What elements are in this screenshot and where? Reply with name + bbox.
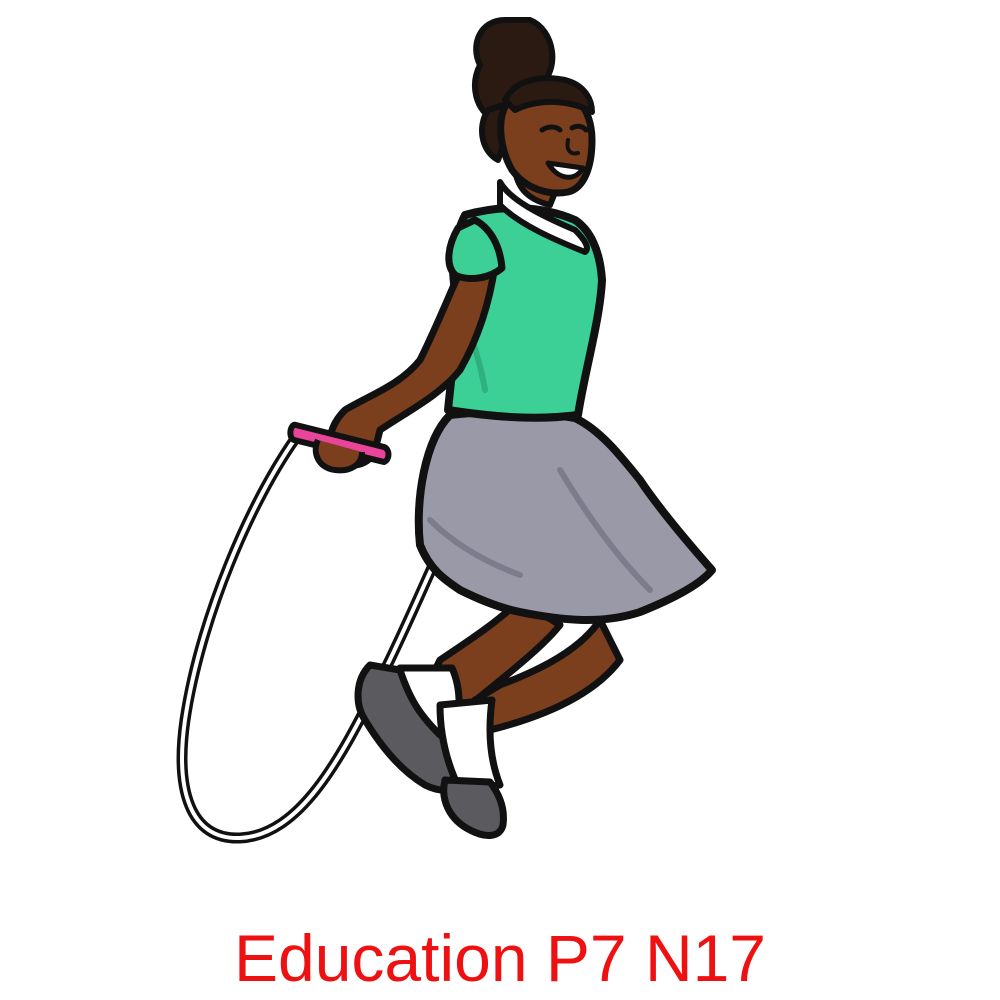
caption-label: Education P7 N17 bbox=[233, 921, 767, 995]
canvas: Education P7 N17 bbox=[0, 0, 1000, 1000]
head bbox=[472, 17, 596, 197]
jump-rope bbox=[176, 426, 451, 844]
girl-jumping-rope-illustration bbox=[176, 17, 716, 844]
skirt bbox=[414, 408, 716, 624]
